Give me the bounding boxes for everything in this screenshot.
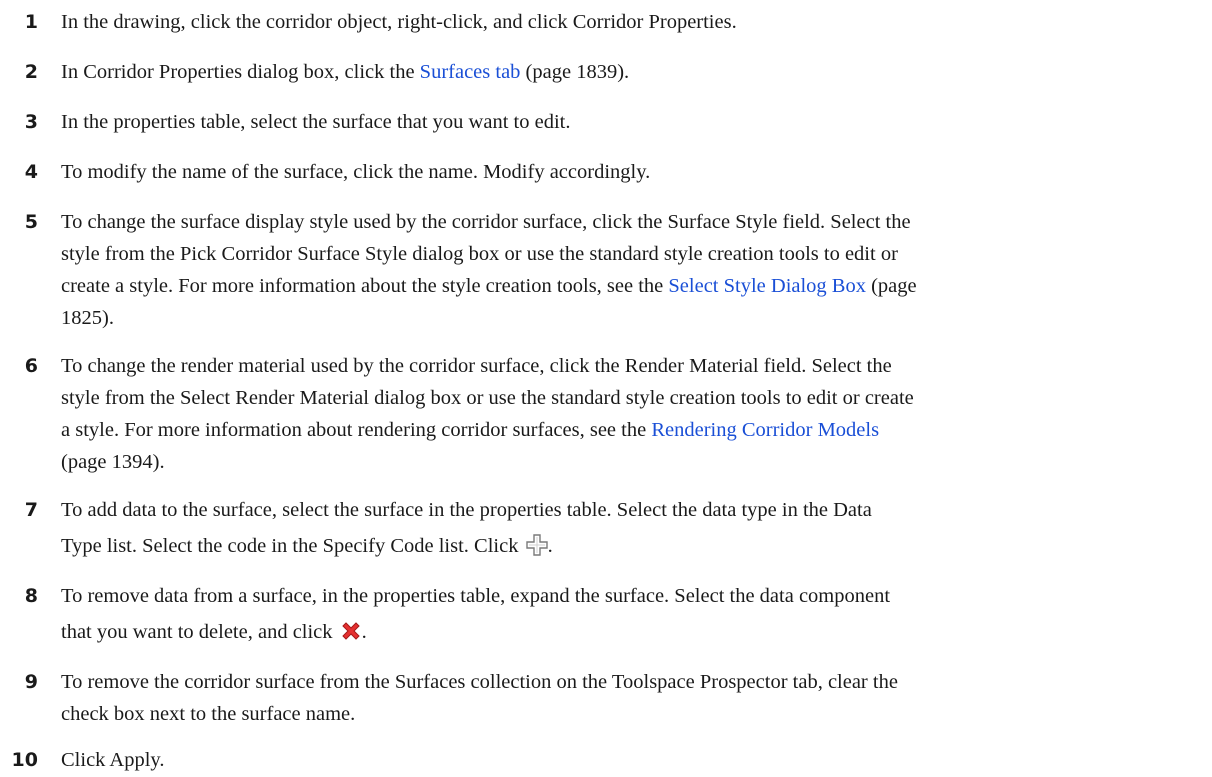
step-line: a style. For more information about rend…: [61, 414, 1196, 446]
step-text: To change the surface display style used…: [61, 206, 1196, 334]
step-number: 2: [24, 61, 38, 83]
step-number: 3: [24, 111, 38, 133]
step-line: Type list. Select the code in the Specif…: [61, 530, 1196, 566]
step-number: 10: [11, 749, 38, 771]
step-text-part: a style. For more information about rend…: [61, 419, 652, 441]
step-line: To change the render material used by th…: [61, 355, 892, 377]
step-number: 9: [24, 671, 38, 693]
step-line: To change the surface display style used…: [61, 211, 911, 233]
step-text: To remove data from a surface, in the pr…: [61, 580, 1196, 652]
step-text: To remove the corridor surface from the …: [61, 666, 1196, 730]
step-line: 1825).: [61, 307, 114, 329]
step-line: style from the Pick Corridor Surface Sty…: [61, 243, 898, 265]
step-text-part: (page: [865, 275, 917, 297]
rendering-corridor-models-link[interactable]: Rendering Corridor Models: [651, 419, 879, 441]
step-text: To add data to the surface, select the s…: [61, 494, 1196, 566]
select-style-dialog-box-link[interactable]: Select Style Dialog Box: [668, 275, 866, 297]
step-text: In the properties table, select the surf…: [61, 111, 571, 133]
step-number: 6: [24, 355, 38, 377]
step-line: To add data to the surface, select the s…: [61, 499, 872, 521]
step-number: 5: [24, 211, 38, 233]
step-text: To change the render material used by th…: [61, 350, 1196, 478]
step-text-part: In Corridor Properties dialog box, click…: [61, 61, 420, 83]
step-text: Click Apply.: [61, 749, 165, 771]
step-text-part: create a style. For more information abo…: [61, 275, 669, 297]
step-line: create a style. For more information abo…: [61, 270, 1196, 302]
step-number: 1: [24, 11, 38, 33]
step-line: To remove the corridor surface from the …: [61, 671, 898, 693]
step-text-part: that you want to delete, and click: [61, 621, 338, 643]
step-text-part: (page 1839).: [520, 61, 630, 83]
add-plus-icon: [525, 534, 548, 566]
step-text: In the drawing, click the corridor objec…: [61, 11, 737, 33]
step-line: that you want to delete, and click .: [61, 616, 1196, 652]
step-line: (page 1394).: [61, 451, 165, 473]
step-text-part: .: [361, 621, 367, 643]
step-number: 8: [24, 585, 38, 607]
step-text: In Corridor Properties dialog box, click…: [61, 56, 1196, 88]
step-line: style from the Select Render Material di…: [61, 387, 914, 409]
step-text-part: Type list. Select the code in the Specif…: [61, 535, 524, 557]
step-number: 4: [24, 161, 38, 183]
step-text-part: .: [547, 535, 553, 557]
surfaces-tab-link[interactable]: Surfaces tab: [420, 61, 521, 83]
step-line: check box next to the surface name.: [61, 703, 356, 725]
step-number: 7: [24, 499, 38, 521]
step-line: To remove data from a surface, in the pr…: [61, 585, 891, 607]
delete-x-icon: [340, 620, 362, 652]
document-page: { "steps": [ {"num": "1", "text": "In th…: [0, 0, 1212, 777]
step-text: To modify the name of the surface, click…: [61, 161, 651, 183]
